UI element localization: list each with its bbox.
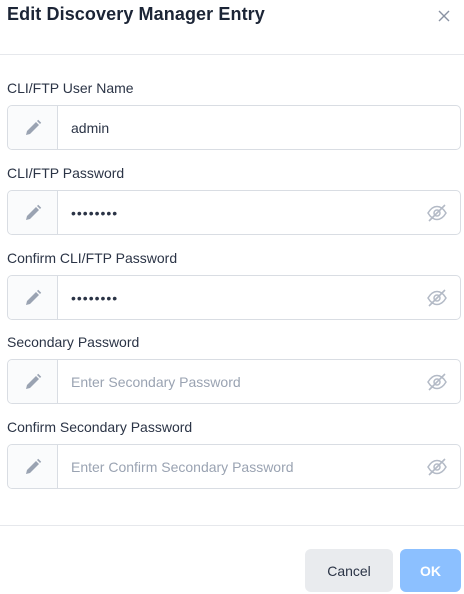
ok-button[interactable]: OK [400,549,461,592]
secondary-password-field [7,359,461,404]
password-field [7,190,461,235]
username-field [7,105,461,150]
pencil-icon [8,106,58,149]
eye-slash-icon[interactable] [426,456,448,478]
pencil-icon [8,191,58,234]
cancel-button[interactable]: Cancel [305,549,393,592]
eye-slash-icon[interactable] [426,371,448,393]
password-label: CLI/FTP Password [7,165,125,181]
dialog-header: Edit Discovery Manager Entry [0,0,464,55]
dialog-title: Edit Discovery Manager Entry [7,4,265,24]
username-label: CLI/FTP User Name [7,80,134,96]
password-input[interactable] [59,191,409,234]
confirm-password-field [7,275,461,320]
eye-slash-icon[interactable] [426,287,448,309]
confirm-secondary-password-input[interactable] [59,445,409,488]
confirm-secondary-password-field [7,444,461,489]
secondary-password-label: Secondary Password [7,334,140,350]
username-input[interactable] [59,106,449,149]
confirm-password-label: Confirm CLI/FTP Password [7,250,178,266]
secondary-password-input[interactable] [59,360,409,403]
pencil-icon [8,445,58,488]
confirm-password-input[interactable] [59,276,409,319]
eye-slash-icon[interactable] [426,202,448,224]
confirm-secondary-password-label: Confirm Secondary Password [7,419,193,435]
footer-divider [0,525,464,526]
close-icon[interactable] [434,6,454,26]
pencil-icon [8,360,58,403]
pencil-icon [8,276,58,319]
